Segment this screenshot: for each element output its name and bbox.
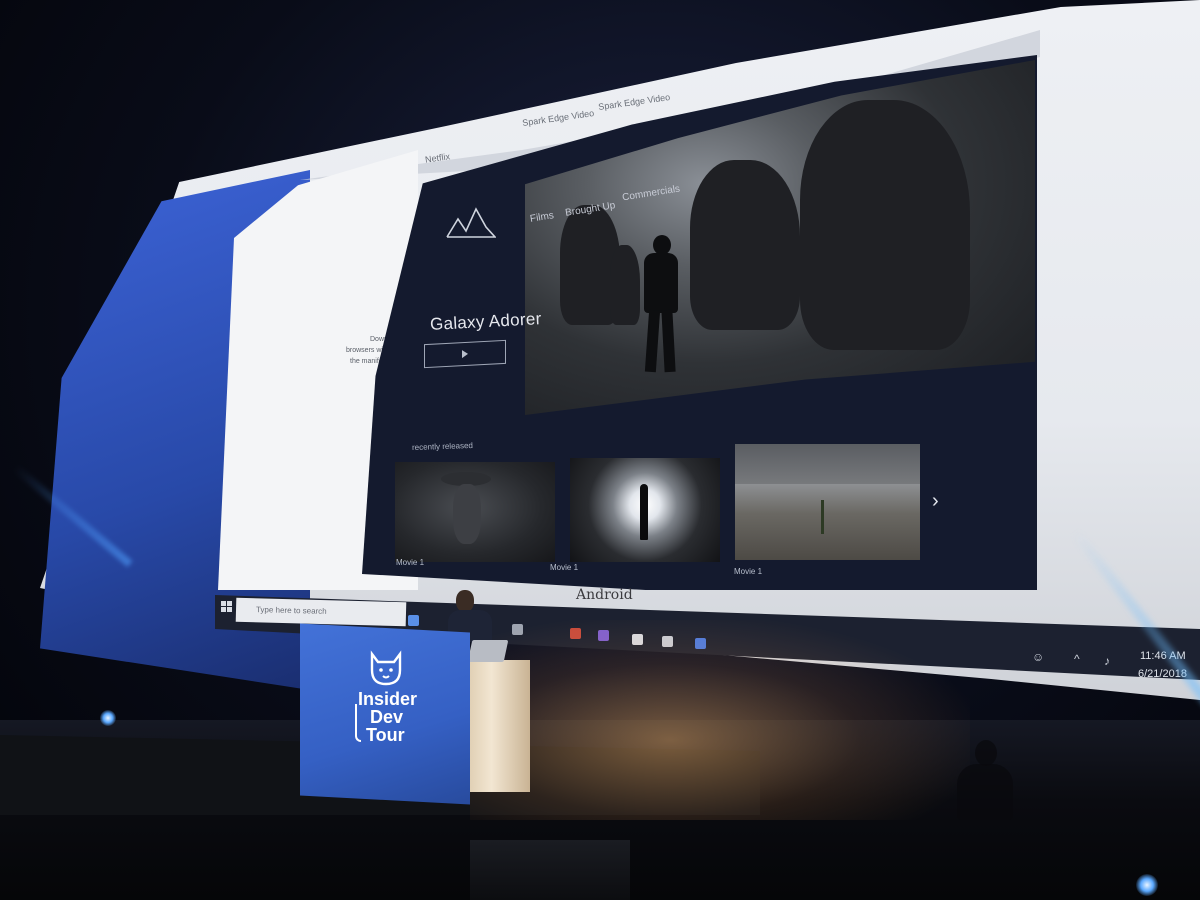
audience-silhouette — [955, 740, 1015, 820]
stage-steps — [470, 840, 630, 900]
face-shape — [453, 484, 481, 544]
sapling — [821, 500, 824, 534]
podium-logo-stroke — [355, 704, 361, 742]
walker-silhouette — [640, 484, 648, 540]
taskbar-clock-time[interactable]: 11:46 AM — [1140, 650, 1186, 662]
podium-title-line: Tour — [366, 725, 405, 745]
mountain-logo-icon[interactable] — [446, 205, 496, 239]
lectern-side — [460, 660, 530, 792]
ruins-backdrop — [735, 444, 920, 484]
app-icon[interactable] — [695, 638, 706, 649]
visual-studio-icon[interactable] — [598, 630, 609, 641]
podium-title-line: Dev — [370, 707, 404, 727]
app-icon[interactable] — [632, 634, 643, 645]
stage-photo: Spark Edge Video Spark Edge Video Netfli… — [0, 0, 1200, 900]
play-icon — [462, 349, 468, 359]
taskbar-clock-date[interactable]: 6/21/2018 — [1138, 668, 1187, 680]
windows-start-icon[interactable] — [221, 601, 232, 612]
search-input[interactable]: Type here to search — [256, 605, 327, 616]
chevron-right-icon[interactable]: › — [932, 490, 939, 513]
movie-caption: Movie 1 — [734, 567, 763, 576]
spotlight — [1136, 874, 1158, 896]
rock-shape — [610, 245, 640, 325]
movie-tile[interactable] — [395, 462, 555, 562]
rock-shape — [800, 100, 970, 350]
movie-tile[interactable] — [735, 444, 920, 560]
movie-caption: Movie 1 — [550, 563, 579, 572]
store-icon[interactable] — [662, 636, 673, 647]
volume-icon[interactable]: ♪ — [1104, 654, 1110, 668]
laptop — [467, 640, 509, 662]
play-button[interactable] — [424, 339, 506, 369]
platform-caption: Android — [576, 587, 633, 603]
spotlight — [100, 710, 116, 726]
astronaut-figure — [640, 235, 682, 375]
edge-icon[interactable] — [408, 615, 419, 626]
movie-caption: Movie 1 — [396, 558, 425, 567]
movie-tile[interactable] — [570, 458, 720, 562]
mail-icon[interactable] — [512, 624, 523, 635]
dog-logo-icon — [370, 650, 402, 686]
app-icon[interactable] — [570, 628, 581, 639]
people-icon[interactable]: ☺ — [1032, 650, 1044, 664]
panel-text-line: browsers will — [346, 347, 387, 354]
podium-title-line: Insider — [358, 689, 418, 709]
rock-shape — [690, 160, 800, 330]
chevron-up-icon[interactable]: ^ — [1074, 652, 1080, 666]
